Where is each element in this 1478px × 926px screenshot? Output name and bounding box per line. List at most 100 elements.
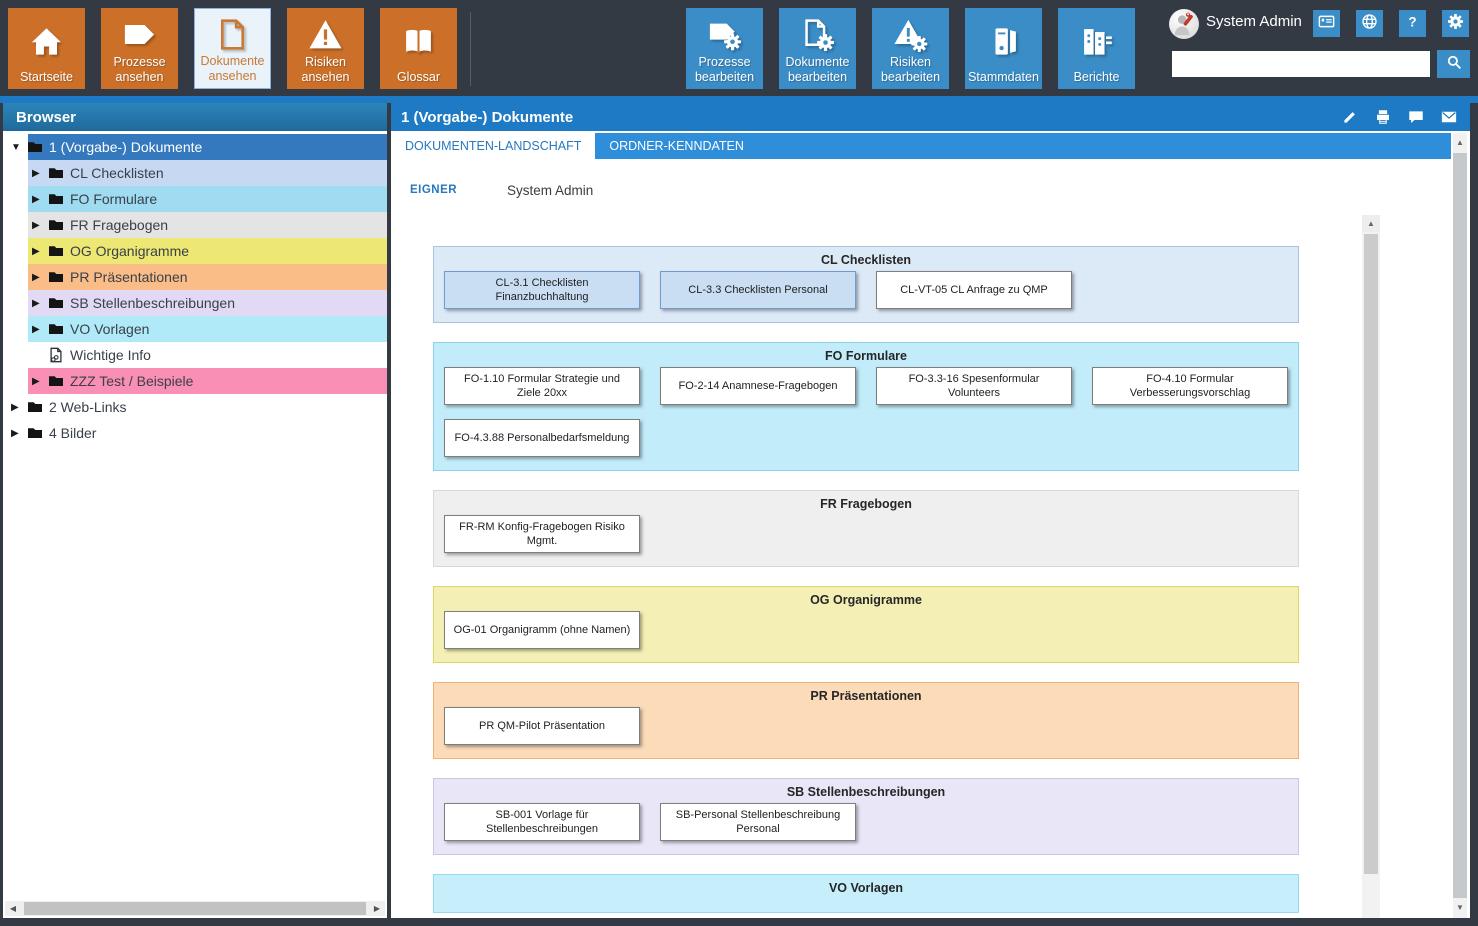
nav-risiken-bearbeiten[interactable]: Risiken bearbeiten	[872, 8, 949, 89]
nav-berichte[interactable]: Berichte	[1058, 8, 1135, 89]
expander-closed-icon[interactable]: ▶	[32, 324, 45, 335]
tree-item-4-bilder[interactable]: ▶4 Bilder	[3, 420, 387, 446]
tree-item-og-organigramme[interactable]: ▶ OG Organigramme	[3, 238, 387, 264]
warning-icon	[289, 13, 362, 55]
doc-card-sb-personal-stellenbeschreibung-personal[interactable]: SB-Personal Stellenbeschreibung Personal	[660, 803, 856, 841]
settings-icon	[1446, 12, 1465, 36]
expander-closed-icon[interactable]: ▶	[32, 246, 45, 257]
section-vo-vorlagen: VO Vorlagen	[433, 874, 1299, 913]
scroll-up-icon[interactable]	[1362, 215, 1380, 232]
scrollbar-thumb[interactable]	[1364, 234, 1378, 874]
id-card-icon	[1317, 12, 1336, 36]
search-input[interactable]	[1172, 51, 1430, 77]
scrollbar-track[interactable]	[1453, 133, 1467, 918]
expander-closed-icon[interactable]: ▶	[32, 298, 45, 309]
scroll-right-icon[interactable]	[369, 904, 385, 913]
section-cards: SB-001 Vorlage für Stellenbeschreibungen…	[434, 796, 1298, 854]
print-icon[interactable]	[1374, 108, 1392, 126]
settings-button[interactable]	[1442, 10, 1469, 37]
scroll-up-icon[interactable]	[1453, 135, 1467, 151]
main-titlebar: 1 (Vorgabe-) Dokumente	[391, 103, 1470, 131]
expander-closed-icon[interactable]: ▶	[32, 376, 45, 387]
doc-card-fr-rm-konfig-fragebogen-risiko-mgmt[interactable]: FR-RM Konfig-Fragebogen Risiko Mgmt.	[444, 515, 640, 553]
nav-prozesse-bearbeiten[interactable]: Prozesse bearbeiten	[686, 8, 763, 89]
scrollbar-thumb[interactable]	[24, 902, 366, 915]
doc-card-og-01-organigramm-ohne-namen[interactable]: OG-01 Organigramm (ohne Namen)	[444, 611, 640, 649]
folder-icon	[48, 373, 64, 389]
edit-icon[interactable]	[1341, 108, 1359, 126]
search-icon	[1445, 53, 1463, 76]
owner-label: EIGNER	[410, 184, 507, 196]
nav-glossar[interactable]: Glossar	[380, 8, 457, 89]
expander-closed-icon[interactable]: ▶	[32, 194, 45, 205]
page-title: 1 (Vorgabe-) Dokumente	[391, 109, 1341, 126]
doc-card-cl-vt-05-cl-anfrage-zu-qmp[interactable]: CL-VT-05 CL Anfrage zu QMP	[876, 271, 1072, 309]
section-cards: FO-1.10 Formular Strategie und Ziele 20x…	[434, 360, 1298, 470]
nav-startseite[interactable]: Startseite	[8, 8, 85, 89]
nav-button-label: Startseite	[20, 70, 73, 84]
tree-item-pr-pr-sentationen[interactable]: ▶PR Präsentationen	[3, 264, 387, 290]
tree-item-vo-vorlagen[interactable]: ▶VO Vorlagen	[3, 316, 387, 342]
nav-dokumente-bearbeiten[interactable]: Dokumente bearbeiten	[779, 8, 856, 89]
expander-closed-icon[interactable]: ▶	[32, 272, 45, 283]
section-cards: FR-RM Konfig-Fragebogen Risiko Mgmt.	[434, 508, 1298, 566]
tab-dokumenten-landschaft[interactable]: DOKUMENTEN-LANDSCHAFT	[391, 133, 595, 159]
nav-dokumente-ansehen[interactable]: Dokumente ansehen	[194, 8, 271, 89]
user-avatar[interactable]	[1169, 9, 1199, 39]
search-button[interactable]	[1437, 50, 1470, 78]
tab-ordner-kenndaten[interactable]: ORDNER-KENNDATEN	[595, 133, 758, 159]
section-fr-fragebogen: FR FragebogenFR-RM Konfig-Fragebogen Ris…	[433, 490, 1299, 567]
id-card-button[interactable]	[1313, 10, 1340, 37]
tree-item-fo-formulare[interactable]: ▶FO Formulare	[3, 186, 387, 212]
mail-icon[interactable]	[1440, 108, 1458, 126]
scrollbar-thumb[interactable]	[1453, 153, 1467, 898]
scroll-down-icon[interactable]	[1453, 900, 1467, 916]
landscape-scrollbar[interactable]	[1362, 215, 1380, 918]
nav-button-label: Stammdaten	[968, 70, 1039, 84]
nav-risiken-ansehen[interactable]: Risiken ansehen	[287, 8, 364, 89]
doc-card-fo-2-14-anamnese-fragebogen[interactable]: FO-2-14 Anamnese-Fragebogen	[660, 367, 856, 405]
expander-open-icon[interactable]: ▼	[11, 142, 24, 153]
folder-icon	[48, 269, 64, 285]
tree-item-label: CL Checklisten	[70, 165, 164, 181]
tree-item-cl-checklisten[interactable]: ▶ CL Checklisten	[3, 160, 387, 186]
tree-item-1-vorgabe-dokumente[interactable]: ▼1 (Vorgabe-) Dokumente	[3, 134, 387, 160]
tree-item-fr-fragebogen[interactable]: ▶FR Fragebogen	[3, 212, 387, 238]
globe-button[interactable]	[1356, 10, 1383, 37]
section-sb-stellenbeschreibungen: SB StellenbeschreibungenSB-001 Vorlage f…	[433, 778, 1299, 855]
doc-card-cl-3-1-checklisten-finanzbuchhaltung[interactable]: CL-3.1 Checklisten Finanzbuchhaltung	[444, 271, 640, 309]
nav-prozesse-ansehen[interactable]: Prozesse ansehen	[101, 8, 178, 89]
tree-item-wichtige-info[interactable]: Wichtige Info	[3, 342, 387, 368]
binders-icon	[1060, 13, 1133, 70]
expander-closed-icon[interactable]: ▶	[11, 402, 24, 413]
tree-item-sb-stellenbeschreibungen[interactable]: ▶SB Stellenbeschreibungen	[3, 290, 387, 316]
document-gear-icon	[781, 13, 854, 55]
doc-card-pr-qm-pilot-pr-sentation[interactable]: PR QM-Pilot Präsentation	[444, 707, 640, 745]
section-pr-pr-sentationen: PR PräsentationenPR QM-Pilot Präsentatio…	[433, 682, 1299, 759]
doc-card-fo-1-10-formular-strategie-und-ziele-20xx[interactable]: FO-1.10 Formular Strategie und Ziele 20x…	[444, 367, 640, 405]
scroll-left-icon[interactable]	[5, 904, 21, 913]
tree-item-label: Wichtige Info	[70, 347, 151, 363]
doc-card-cl-3-3-checklisten-personal[interactable]: CL-3.3 Checklisten Personal	[660, 271, 856, 309]
browser-horizontal-scrollbar[interactable]	[5, 901, 385, 916]
section-title: SB Stellenbeschreibungen	[434, 779, 1298, 796]
browser-tree: ▼1 (Vorgabe-) Dokumente ▶ CL Checklisten ▶F…	[3, 134, 387, 900]
browser-panel-header: Browser	[3, 103, 387, 131]
help-icon: ?	[1403, 12, 1422, 36]
expander-closed-icon[interactable]: ▶	[11, 428, 24, 439]
help-button[interactable]: ?	[1399, 10, 1426, 37]
tree-item-label: OG Organigramme	[70, 243, 189, 259]
content-scrollbar[interactable]	[1451, 133, 1470, 918]
doc-card-sb-001-vorlage-f-r-stellenbeschreibungen[interactable]: SB-001 Vorlage für Stellenbeschreibungen	[444, 803, 640, 841]
expander-closed-icon[interactable]: ▶	[32, 168, 45, 179]
doc-card-fo-4-10-formular-verbesserungsvorschlag[interactable]: FO-4.10 Formular Verbesserungsvorschlag	[1092, 367, 1288, 405]
doc-card-fo-3-3-16-spesenformular-volunteers[interactable]: FO-3.3-16 Spesenformular Volunteers	[876, 367, 1072, 405]
tree-item-zzz-test-beispiele[interactable]: ▶ZZZ Test / Beispiele	[3, 368, 387, 394]
nav-button-label: Glossar	[397, 70, 440, 84]
comment-icon[interactable]	[1407, 108, 1425, 126]
nav-stammdaten[interactable]: Stammdaten	[965, 8, 1042, 89]
tree-item-2-web-links[interactable]: ▶2 Web-Links	[3, 394, 387, 420]
doc-card-fo-4-3-88-personalbedarfsmeldung[interactable]: FO-4.3.88 Personalbedarfsmeldung	[444, 419, 640, 457]
expander-closed-icon[interactable]: ▶	[32, 220, 45, 231]
folder-icon	[48, 165, 64, 181]
